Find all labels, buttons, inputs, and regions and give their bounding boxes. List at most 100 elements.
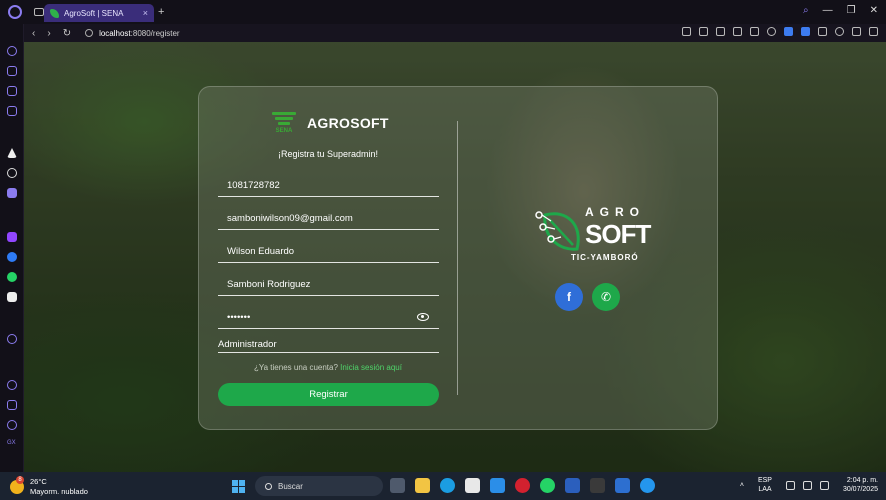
whatsapp-taskbar-icon[interactable] <box>540 478 555 493</box>
email-input[interactable] <box>227 213 417 224</box>
logo-word-agro: AGRO <box>585 205 645 219</box>
lang-line1: ESP <box>757 477 772 484</box>
document-field[interactable] <box>218 175 439 197</box>
player-icon[interactable] <box>7 334 17 344</box>
opera-logo-icon[interactable] <box>8 5 22 19</box>
vscode-icon[interactable] <box>490 478 505 493</box>
tab-islands-icon[interactable] <box>34 8 44 16</box>
snapshot-icon[interactable] <box>699 27 708 36</box>
profile-avatar[interactable] <box>835 27 844 36</box>
opera-gx-taskbar-icon[interactable] <box>515 478 530 493</box>
first-name-input[interactable] <box>227 246 417 257</box>
sena-logo-icon: SENA <box>269 109 299 137</box>
my-flow-icon[interactable] <box>7 106 17 116</box>
maximize-button[interactable]: ❐ <box>847 5 856 16</box>
discord-icon[interactable] <box>7 188 17 198</box>
windows-taskbar: 8 26°C Mayorm. nublado Buscar ˄ ESP LAA <box>0 472 886 500</box>
temperature: 26°C <box>30 477 47 486</box>
windows-start-icon[interactable] <box>232 480 245 493</box>
close-window-button[interactable]: ✕ <box>870 5 878 16</box>
login-prompt-text: ¿Ya tienes una cuenta? <box>254 363 338 372</box>
clock[interactable]: 2:04 p. m. 30/07/2025 <box>843 476 878 494</box>
volume-icon[interactable] <box>802 480 812 490</box>
window-controls: ⌕ — ❐ ✕ <box>803 5 878 16</box>
twitch-icon[interactable] <box>7 232 17 242</box>
weather-text: 26°C Mayorm. nublado <box>30 477 88 497</box>
password-input[interactable]: ••••••• <box>227 312 250 323</box>
register-button[interactable]: Registrar <box>218 383 439 406</box>
url-field[interactable]: localhost:8080/register <box>99 29 180 38</box>
pinboard-icon[interactable] <box>7 86 17 96</box>
role-select[interactable]: Administrador <box>218 337 439 353</box>
browser-tab[interactable]: AgroSoft | SENA × <box>44 4 154 22</box>
word-icon[interactable] <box>565 478 580 493</box>
settings-icon[interactable] <box>7 420 17 430</box>
pin-icon[interactable] <box>682 27 691 36</box>
photos-icon[interactable] <box>615 478 630 493</box>
edge-icon[interactable] <box>440 478 455 493</box>
show-password-eye-icon[interactable] <box>417 313 429 321</box>
menu-icon[interactable] <box>869 27 878 36</box>
taskbar-apps <box>390 478 655 493</box>
extensions-sidebar-icon[interactable] <box>7 400 17 410</box>
address-bar: ‹ › ↻ localhost:8080/register <box>24 24 886 42</box>
clock-time: 2:04 p. m. <box>846 477 878 484</box>
minimize-button[interactable]: — <box>823 5 833 16</box>
tiktok-icon[interactable] <box>7 292 17 302</box>
heart-icon[interactable] <box>767 27 776 36</box>
extension-translate-icon[interactable] <box>784 27 793 36</box>
register-card: SENA AGROSOFT ¡Registra tu Superadmin! •… <box>198 86 718 430</box>
new-tab-button[interactable]: + <box>158 6 164 18</box>
send-icon[interactable] <box>750 27 759 36</box>
terminal-icon[interactable] <box>590 478 605 493</box>
card-divider <box>457 121 458 395</box>
download-icon[interactable] <box>852 27 861 36</box>
extension-icon[interactable] <box>801 27 810 36</box>
url-path: :8080/register <box>130 28 180 38</box>
translate-icon[interactable] <box>733 27 742 36</box>
shield-icon[interactable] <box>716 27 725 36</box>
forward-icon[interactable]: › <box>47 28 50 39</box>
form-subtitle: ¡Registra tu Superadmin! <box>277 149 379 159</box>
last-name-input[interactable] <box>227 279 417 290</box>
tab-search-icon[interactable]: ⌕ <box>803 5 809 16</box>
taskbar-search[interactable]: Buscar <box>255 476 383 496</box>
file-explorer-icon[interactable] <box>415 478 430 493</box>
tab-close-button[interactable]: × <box>143 8 148 18</box>
whatsapp-icon: ✆ <box>600 290 612 304</box>
puzzle-icon[interactable] <box>818 27 827 36</box>
site-info-icon[interactable] <box>85 29 94 37</box>
workspace-icon[interactable] <box>7 66 17 76</box>
email-field[interactable] <box>218 208 439 230</box>
gx-icon[interactable]: GX <box>7 440 17 450</box>
password-field[interactable]: ••••••• <box>218 307 439 329</box>
login-prompt: ¿Ya tienes una cuenta? Inicia sesión aqu… <box>199 363 457 372</box>
role-selected-value: Administrador <box>218 339 277 350</box>
last-name-field[interactable] <box>218 274 439 296</box>
history-icon[interactable] <box>7 380 17 390</box>
weather-condition: Mayorm. nublado <box>30 487 88 496</box>
whatsapp-sidebar-icon[interactable] <box>7 272 17 282</box>
battery-icon[interactable] <box>819 480 829 490</box>
task-view-icon[interactable] <box>390 478 405 493</box>
messenger-icon[interactable] <box>7 252 17 262</box>
weather-widget[interactable]: 8 26°C Mayorm. nublado <box>10 476 88 497</box>
brand-name: AGROSOFT <box>307 115 389 131</box>
docker-icon[interactable] <box>640 478 655 493</box>
whatsapp-button[interactable]: ✆ <box>592 283 620 311</box>
facebook-button[interactable]: f <box>555 283 583 311</box>
wifi-icon[interactable] <box>785 480 795 490</box>
aria-icon[interactable] <box>7 148 17 158</box>
reload-icon[interactable]: ↻ <box>63 28 71 39</box>
tray-chevron-icon[interactable]: ˄ <box>740 482 744 489</box>
login-link[interactable]: Inicia sesión aquí <box>340 363 402 372</box>
brand-header: SENA AGROSOFT <box>269 109 389 137</box>
url-host: localhost <box>99 28 131 38</box>
chatgpt-icon[interactable] <box>7 168 17 178</box>
first-name-field[interactable] <box>218 241 439 263</box>
back-icon[interactable]: ‹ <box>32 28 35 39</box>
store-icon[interactable] <box>465 478 480 493</box>
speed-dial-icon[interactable] <box>7 46 17 56</box>
language-indicator[interactable]: ESP LAA <box>758 476 772 494</box>
document-input[interactable] <box>227 180 417 191</box>
